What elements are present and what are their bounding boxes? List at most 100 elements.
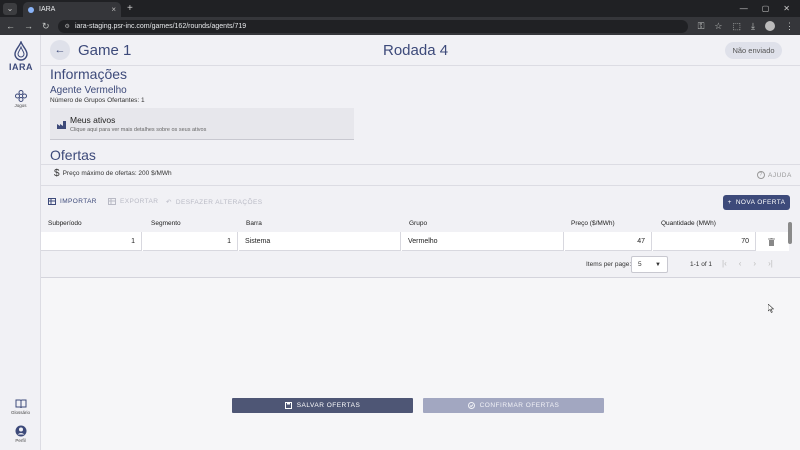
game-title: Game 1: [78, 42, 132, 59]
bookmark-star-icon[interactable]: ☆: [714, 21, 722, 32]
undo-label: DESFAZER ALTERAÇÕES: [175, 198, 263, 206]
items-per-page-label: Items per page:: [586, 261, 632, 268]
app-logo[interactable]: IARA: [9, 41, 33, 72]
extensions-icon[interactable]: ⬚: [733, 21, 742, 32]
column-header-barra: Barra: [246, 220, 262, 227]
page-header: ← Game 1 Rodada 4 Não enviado: [41, 35, 800, 67]
book-icon: [15, 399, 26, 409]
sidebar-item-glossario[interactable]: Glossário: [0, 399, 41, 415]
offers-section-title: Ofertas: [50, 147, 96, 163]
arrow-left-icon: ←: [54, 44, 66, 56]
minimize-icon[interactable]: —: [740, 4, 748, 13]
assets-title: Meus ativos: [70, 115, 116, 125]
save-offers-label: SALVAR OFERTAS: [296, 402, 361, 409]
reload-icon[interactable]: ↻: [42, 21, 50, 32]
empty-area: [41, 278, 800, 450]
agent-name: Agente Vermelho: [50, 85, 127, 96]
key-icon[interactable]: ⚿: [698, 21, 705, 32]
assets-card[interactable]: Meus ativos Clique aqui para ver mais de…: [50, 108, 354, 140]
close-window-icon[interactable]: ✕: [783, 4, 790, 13]
browser-tab-title: IARA: [39, 6, 56, 13]
help-label: AJUDA: [768, 171, 792, 179]
last-page-icon[interactable]: ›|: [768, 259, 773, 276]
browser-menu-icon[interactable]: ⋮: [785, 21, 794, 32]
maximize-icon[interactable]: ▢: [762, 4, 770, 13]
max-price: $ Preço máximo de ofertas: 200 $/MWh: [54, 168, 172, 179]
confirm-offers-label: CONFIRMAR OFERTAS: [479, 402, 560, 409]
site-info-icon[interactable]: ⚙: [65, 23, 70, 30]
url-text: iara-staging.psr-inc.com/games/162/round…: [74, 22, 247, 30]
browser-forward-icon[interactable]: →: [24, 21, 33, 32]
table-icon: [108, 198, 116, 205]
quantidade-cell[interactable]: 70: [653, 232, 756, 251]
pagination-controls: |‹ ‹ › ›|: [722, 259, 773, 276]
plus-icon: +: [727, 199, 732, 206]
status-badge: Não enviado: [725, 42, 782, 59]
favicon-icon: [28, 6, 34, 13]
pagination-range: 1-1 of 1: [690, 261, 713, 268]
confirm-offers-button[interactable]: CONFIRMAR OFERTAS: [423, 398, 604, 413]
import-button[interactable]: IMPORTAR: [48, 198, 97, 205]
url-field[interactable]: ⚙ iara-staging.psr-inc.com/games/162/rou…: [57, 19, 688, 33]
first-page-icon[interactable]: |‹: [722, 259, 727, 276]
window-controls: — ▢ ✕: [740, 4, 800, 13]
new-offer-button[interactable]: + NOVA OFERTA: [723, 195, 790, 210]
barra-cell[interactable]: Sistema: [239, 232, 401, 251]
games-icon: [14, 90, 27, 102]
offers-divider: [41, 164, 800, 165]
factory-icon: [57, 121, 66, 129]
close-tab-icon[interactable]: ×: [111, 5, 116, 14]
table-row: 1 1 Sistema Vermelho 47 70: [41, 232, 789, 251]
table-icon: [48, 198, 56, 205]
browser-tab[interactable]: IARA ×: [23, 2, 121, 17]
sidebar-item-jogos[interactable]: Jogos: [0, 90, 41, 108]
logo-text: IARA: [9, 62, 33, 72]
round-title: Rodada 4: [383, 42, 449, 59]
max-price-text: Preço máximo de ofertas: 200 $/MWh: [62, 170, 172, 177]
column-header-subperiodo: Subperíodo: [48, 220, 82, 227]
download-icon[interactable]: ⤓: [751, 21, 755, 32]
back-button[interactable]: ←: [50, 40, 70, 60]
assets-subtitle: Clique aqui para ver mais detalhes sobre…: [70, 127, 207, 133]
save-icon: [284, 402, 292, 409]
undo-icon: ↶: [166, 199, 172, 206]
browser-back-icon[interactable]: ←: [6, 21, 15, 32]
dropdown-arrow-icon: ▼: [655, 261, 661, 268]
save-offers-button[interactable]: SALVAR OFERTAS: [232, 398, 413, 413]
subperiodo-cell[interactable]: 1: [41, 232, 142, 251]
preco-cell[interactable]: 47: [565, 232, 652, 251]
check-circle-icon: [467, 402, 475, 409]
mouse-cursor-icon: [768, 304, 774, 313]
group-count: Número de Grupos Ofertantes: 1: [50, 97, 145, 104]
items-per-page-select[interactable]: 5 ▼: [631, 256, 668, 273]
table-scrollbar[interactable]: [788, 222, 792, 244]
column-header-preco: Preço ($/MWh): [571, 220, 615, 227]
toolbar-divider: [41, 185, 800, 186]
column-header-segmento: Segmento: [151, 220, 181, 227]
column-header-grupo: Grupo: [409, 220, 428, 227]
help-circle-icon: ?: [757, 171, 765, 179]
grupo-cell[interactable]: Vermelho: [402, 232, 564, 251]
segmento-cell[interactable]: 1: [143, 232, 238, 251]
sidebar-item-perfil[interactable]: Perfil: [0, 425, 41, 443]
export-label: EXPORTAR: [120, 198, 159, 205]
profile-avatar[interactable]: [765, 21, 775, 31]
next-page-icon[interactable]: ›: [753, 259, 756, 276]
header-divider: [41, 65, 800, 66]
sidebar-item-label: Jogos: [14, 103, 27, 108]
main-content: ← Game 1 Rodada 4 Não enviado Informaçõe…: [41, 35, 800, 450]
drop-logo-icon: [14, 41, 28, 61]
dollar-icon: $: [54, 168, 60, 179]
app-sidebar: IARA Jogos Glossário Perfil: [0, 35, 41, 450]
info-section-title: Informações: [50, 66, 128, 82]
export-button[interactable]: EXPORTAR: [108, 198, 158, 205]
previous-page-icon[interactable]: ‹: [739, 259, 742, 276]
column-header-quantidade: Quantidade (MWh): [661, 220, 716, 227]
undo-changes-button[interactable]: ↶ DESFAZER ALTERAÇÕES: [166, 198, 263, 207]
help-button[interactable]: ? AJUDA: [757, 171, 792, 179]
trash-icon[interactable]: [768, 238, 775, 246]
tab-search-button[interactable]: ⌄: [3, 2, 17, 15]
new-tab-button[interactable]: +: [127, 3, 133, 14]
browser-tab-bar: ⌄ IARA × + — ▢ ✕: [0, 0, 800, 17]
sidebar-item-label: Perfil: [15, 438, 26, 443]
